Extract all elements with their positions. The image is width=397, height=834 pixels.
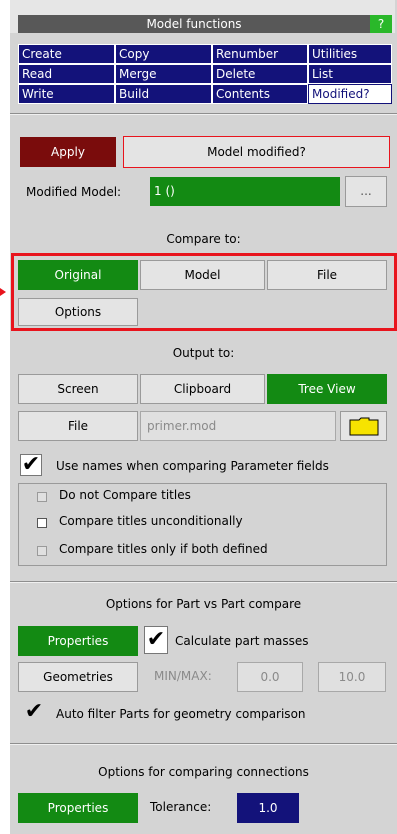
connections-properties-button[interactable]: Properties <box>18 793 138 823</box>
modified-model-label: Modified Model: <box>26 185 122 199</box>
compare-to-heading: Compare to: <box>166 232 241 246</box>
menu-build[interactable]: Build <box>115 84 212 104</box>
menu-delete[interactable]: Delete <box>212 64 308 84</box>
menu-copy[interactable]: Copy <box>115 44 212 64</box>
calculate-part-masses-label: Calculate part masses <box>175 634 309 648</box>
compare-titles-unconditionally-label: Compare titles unconditionally <box>59 514 243 528</box>
compare-titles-both-defined-checkbox[interactable] <box>37 546 47 556</box>
output-file-button[interactable]: File <box>18 411 138 441</box>
window-title: Model functions <box>18 15 370 33</box>
max-field[interactable]: 10.0 <box>318 662 386 692</box>
menu-create[interactable]: Create <box>18 44 115 64</box>
compare-file-button[interactable]: File <box>267 260 387 290</box>
divider <box>10 581 397 583</box>
compare-original-button[interactable]: Original <box>18 260 138 290</box>
compare-titles-both-defined-label: Compare titles only if both defined <box>59 542 268 556</box>
menu-merge[interactable]: Merge <box>115 64 212 84</box>
output-screen-button[interactable]: Screen <box>18 374 138 404</box>
modified-model-field[interactable]: 1 () <box>150 177 340 206</box>
folder-icon <box>349 417 379 436</box>
help-button[interactable]: ? <box>370 15 392 33</box>
min-field[interactable]: 0.0 <box>237 662 303 692</box>
browse-button[interactable]: ... <box>345 176 387 207</box>
divider <box>10 113 397 115</box>
highlight-arrow-icon <box>0 288 6 296</box>
geometries-button[interactable]: Geometries <box>18 662 138 692</box>
part-compare-heading: Options for Part vs Part compare <box>105 597 302 611</box>
menu-list[interactable]: List <box>308 64 392 84</box>
compare-options-button[interactable]: Options <box>18 298 138 326</box>
menu-modified[interactable]: Modified? <box>308 84 392 104</box>
output-tree-view-button[interactable]: Tree View <box>267 374 387 404</box>
do-not-compare-titles-label: Do not Compare titles <box>59 488 191 502</box>
compare-titles-unconditionally-checkbox[interactable] <box>37 518 47 528</box>
menu-contents[interactable]: Contents <box>212 84 308 104</box>
output-clipboard-button[interactable]: Clipboard <box>140 374 265 404</box>
compare-model-button[interactable]: Model <box>140 260 265 290</box>
calculate-part-masses-checkbox[interactable]: ✔ <box>144 626 168 654</box>
folder-button[interactable] <box>340 411 387 441</box>
apply-button[interactable]: Apply <box>20 137 116 167</box>
menu-renumber[interactable]: Renumber <box>212 44 308 64</box>
use-names-checkbox[interactable]: ✔ <box>20 454 42 476</box>
part-properties-button[interactable]: Properties <box>18 626 138 656</box>
menu-utilities[interactable]: Utilities <box>308 44 392 64</box>
model-modified-status: Model modified? <box>123 136 390 168</box>
output-to-heading: Output to: <box>172 346 235 360</box>
tolerance-field[interactable]: 1.0 <box>237 793 299 823</box>
menu-write[interactable]: Write <box>18 84 115 104</box>
menu-read[interactable]: Read <box>18 64 115 84</box>
divider <box>10 743 397 745</box>
minmax-label: MIN/MAX: <box>154 669 212 683</box>
do-not-compare-titles-checkbox[interactable] <box>37 492 47 502</box>
output-filename-field[interactable]: primer.mod <box>140 411 336 441</box>
auto-filter-checkbox[interactable]: ✔ <box>23 699 45 725</box>
use-names-label: Use names when comparing Parameter field… <box>56 459 329 473</box>
auto-filter-label: Auto filter Parts for geometry compariso… <box>56 707 306 721</box>
connections-heading: Options for comparing connections <box>98 765 309 779</box>
tolerance-label: Tolerance: <box>150 800 212 814</box>
